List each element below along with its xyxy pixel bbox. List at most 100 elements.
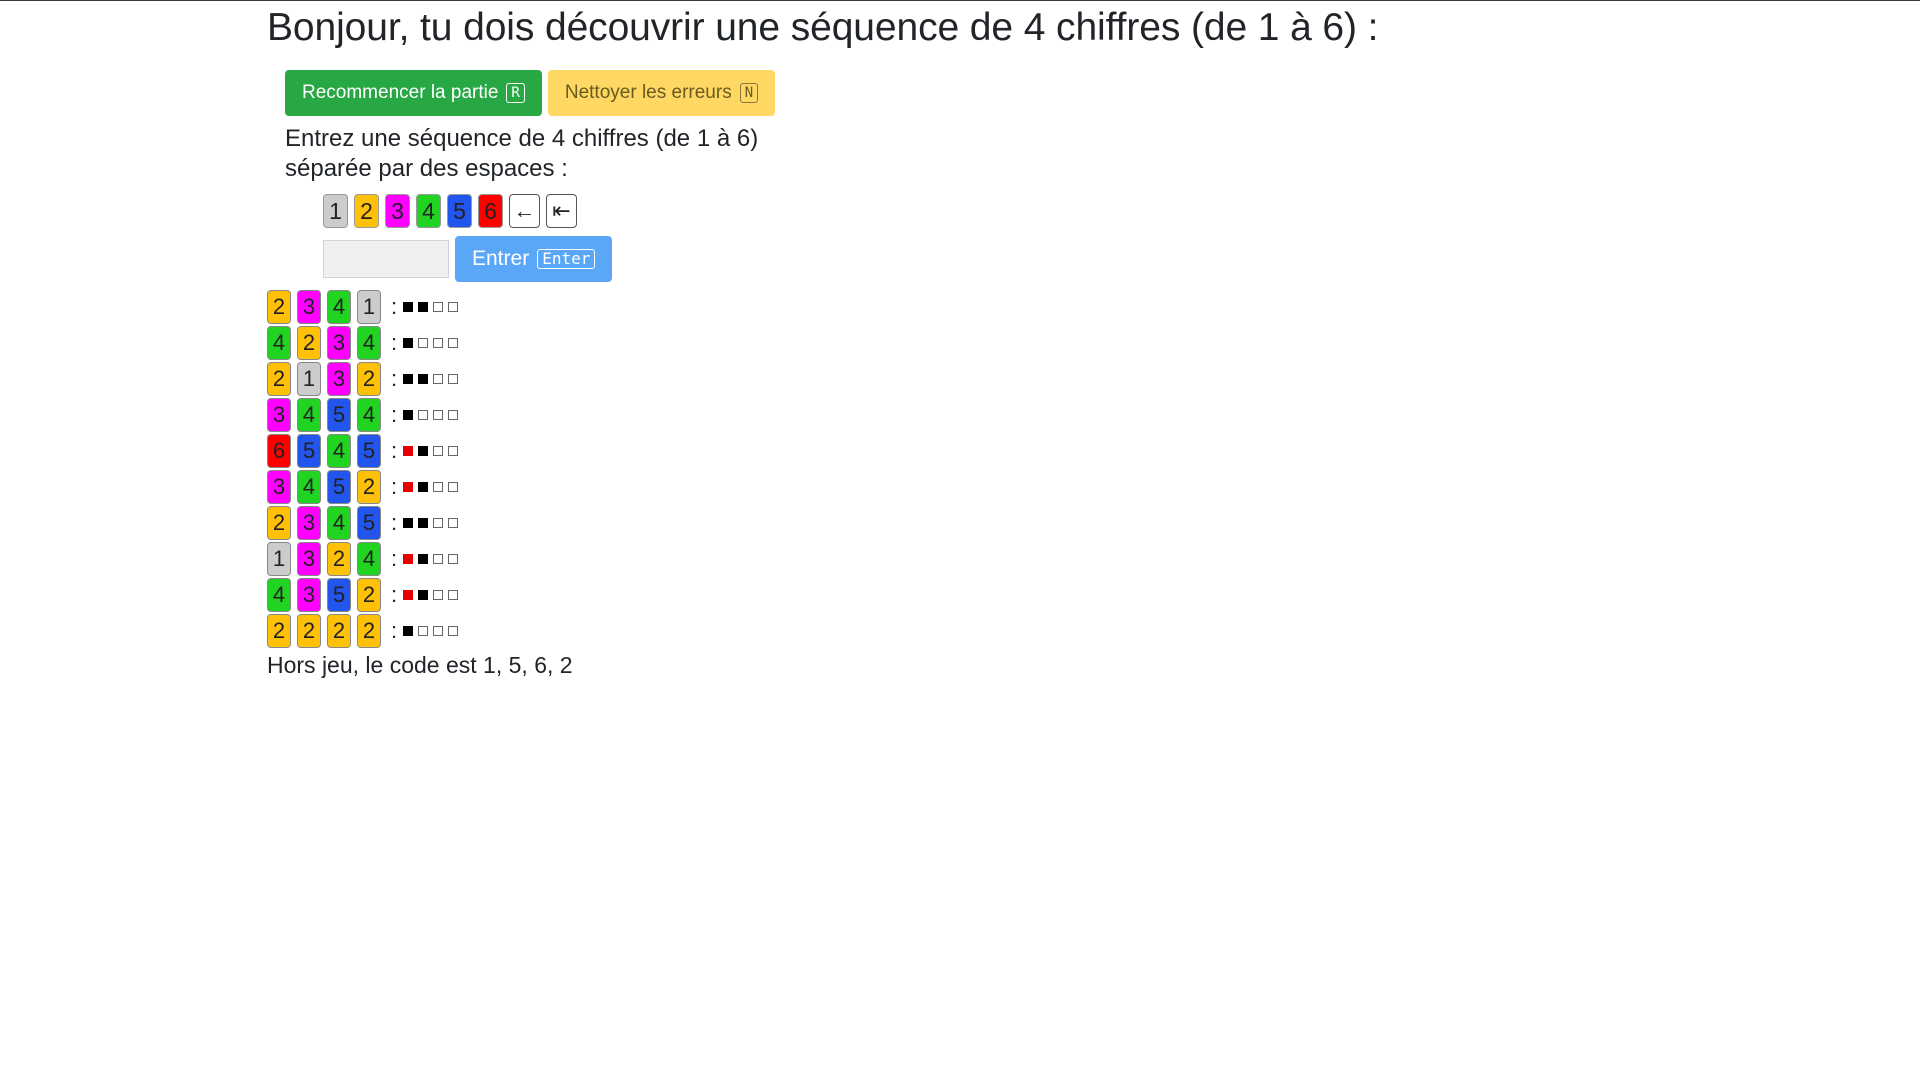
feedback-marker-empty [418,338,429,348]
restart-button-label: Recommencer la partie [302,82,499,103]
guess-peg: 5 [327,398,351,432]
feedback-marker-empty [433,302,444,312]
guess-peg: 3 [267,470,291,504]
feedback-marker-black [418,518,429,528]
digit-palette: 1 2 3 4 5 6 ← ⇤ [323,194,1667,228]
guess-peg: 3 [297,290,321,324]
guess-peg: 2 [357,362,381,396]
feedback-marker-empty [433,338,444,348]
restart-button[interactable]: Recommencer la partie R [285,70,542,116]
guess-peg: 1 [297,362,321,396]
action-buttons: Recommencer la partie R Nettoyer les err… [285,70,1667,116]
feedback-marker-black [403,518,414,528]
guess-peg: 2 [267,290,291,324]
feedback-marker-empty [448,302,459,312]
feedback-separator: : [391,546,398,571]
guess-peg: 2 [357,614,381,648]
feedback-marker-red [403,482,414,492]
guess-peg: 4 [267,578,291,612]
guess-peg: 2 [267,362,291,396]
feedback-marker-black [418,374,429,384]
restart-shortcut-key: R [506,83,525,103]
guess-peg: 6 [267,434,291,468]
feedback-marker-empty [433,374,444,384]
guess-peg: 5 [357,434,381,468]
guess-peg: 3 [297,578,321,612]
guess-peg: 5 [297,434,321,468]
guess-row: 4234: [267,326,1667,360]
guess-peg: 1 [357,290,381,324]
submit-shortcut-key: Enter [537,249,596,269]
clear-errors-button[interactable]: Nettoyer les erreurs N [547,70,776,116]
guess-peg: 2 [357,470,381,504]
guess-history: 2341:4234:2132:3454:6545:3452:2345:1324:… [267,290,1667,648]
feedback-marker-red [403,446,414,456]
feedback-marker-black [403,374,414,384]
guess-peg: 4 [267,326,291,360]
guess-peg: 2 [327,542,351,576]
feedback-marker-empty [433,482,444,492]
guess-peg: 3 [297,542,321,576]
guess-peg: 3 [267,398,291,432]
guess-peg: 5 [357,506,381,540]
feedback-marker-empty [448,482,459,492]
guess-row: 1324: [267,542,1667,576]
feedback-marker-empty [448,626,459,636]
digit-button-5[interactable]: 5 [447,194,472,228]
feedback-marker-black [403,410,414,420]
guess-peg: 2 [297,326,321,360]
guess-peg: 5 [327,470,351,504]
entry-row: Entrer Enter [323,236,1667,282]
guess-peg: 4 [357,542,381,576]
guess-row: 6545: [267,434,1667,468]
feedback-marker-empty [448,518,459,528]
feedback-marker-black [418,482,429,492]
guess-row: 3452: [267,470,1667,504]
feedback-marker-red [403,590,414,600]
feedback-marker-black [418,554,429,564]
guess-peg: 4 [297,398,321,432]
page-container: Bonjour, tu dois découvrir une séquence … [267,0,1667,679]
backspace-icon[interactable]: ← [509,194,540,228]
feedback-marker-black [403,302,414,312]
feedback-marker-empty [448,338,459,348]
guess-peg: 4 [297,470,321,504]
feedback-marker-empty [448,374,459,384]
digit-button-6[interactable]: 6 [478,194,503,228]
guess-peg: 3 [297,506,321,540]
guess-row: 2132: [267,362,1667,396]
guess-peg: 2 [297,614,321,648]
feedback-marker-empty [448,410,459,420]
digit-button-1[interactable]: 1 [323,194,348,228]
feedback-marker-black [418,590,429,600]
guess-row: 2222: [267,614,1667,648]
result-text: Hors jeu, le code est 1, 5, 6, 2 [267,652,573,678]
feedback-marker-empty [418,410,429,420]
guess-peg: 1 [267,542,291,576]
feedback-marker-empty [433,410,444,420]
digit-button-4[interactable]: 4 [416,194,441,228]
feedback-marker-black [403,338,414,348]
digit-button-2[interactable]: 2 [354,194,379,228]
feedback-separator: : [391,618,398,643]
guess-peg: 2 [327,614,351,648]
digit-button-3[interactable]: 3 [385,194,410,228]
feedback-separator: : [391,366,398,391]
feedback-marker-black [403,626,414,636]
clear-input-icon[interactable]: ⇤ [546,194,577,228]
submit-button[interactable]: Entrer Enter [455,236,613,282]
feedback-marker-empty [433,590,444,600]
guess-peg: 2 [267,506,291,540]
feedback-marker-black [418,446,429,456]
guess-row: 4352: [267,578,1667,612]
feedback-separator: : [391,330,398,355]
feedback-separator: : [391,582,398,607]
guess-peg: 4 [357,326,381,360]
guess-row: 2341: [267,290,1667,324]
feedback-marker-empty [448,554,459,564]
instructions-text: Entrez une séquence de 4 chiffres (de 1 … [285,125,759,182]
feedback-separator: : [391,438,398,463]
sequence-input[interactable] [323,240,449,278]
guess-peg: 3 [327,326,351,360]
feedback-marker-empty [433,626,444,636]
